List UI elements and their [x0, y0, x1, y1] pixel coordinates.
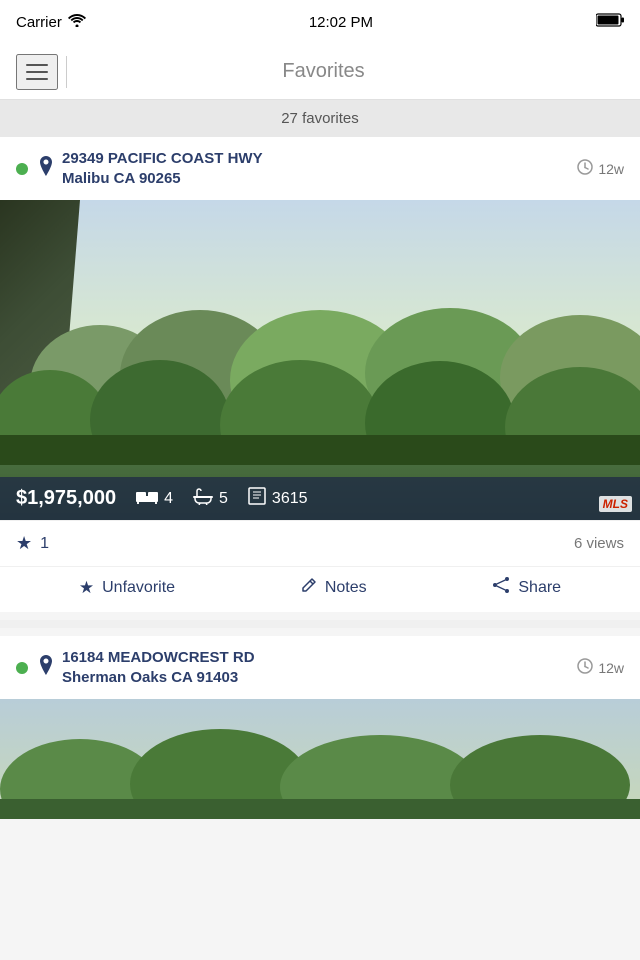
listing-price: $1,975,000 — [16, 487, 116, 510]
listing-beds-stat: 4 — [136, 488, 173, 509]
section-divider — [0, 620, 640, 628]
star-filled-icon: ★ — [16, 533, 32, 554]
views-count: 6 views — [574, 535, 624, 552]
star-count-label: 1 — [40, 535, 49, 553]
listing-sqft-value: 3615 — [272, 490, 308, 508]
status-left: Carrier — [16, 13, 86, 31]
listing-overlay: $1,975,000 4 — [0, 477, 640, 520]
location-pin-icon-2 — [38, 655, 54, 680]
page-title: Favorites — [83, 60, 564, 83]
share-label: Share — [518, 579, 561, 597]
star-count: ★ 1 — [16, 533, 49, 554]
listing-item: 29349 PACIFIC COAST HWY Malibu CA 90265 … — [0, 137, 640, 612]
listing-item-2: 16184 MEADOWCREST RD Sherman Oaks CA 914… — [0, 636, 640, 819]
listing-2-address: 16184 MEADOWCREST RD Sherman Oaks CA 914… — [62, 648, 577, 687]
clock-icon — [577, 159, 593, 178]
status-right — [596, 13, 624, 32]
listing-stats-row: ★ 1 6 views — [0, 520, 640, 566]
battery-icon — [596, 13, 624, 32]
nav-divider — [66, 56, 67, 88]
active-status-dot — [16, 163, 28, 175]
listing-2-image[interactable] — [0, 699, 640, 819]
bed-icon — [136, 488, 158, 509]
listing-2-time-label: 12w — [598, 660, 624, 676]
favorites-count-bar: 27 favorites — [0, 100, 640, 137]
notes-label: Notes — [325, 579, 367, 597]
listing-address: 29349 PACIFIC COAST HWY Malibu CA 90265 — [62, 149, 577, 188]
bath-icon — [193, 487, 213, 510]
listing-address-line2: Malibu CA 90265 — [62, 169, 577, 189]
wifi-icon — [68, 13, 86, 31]
sqft-icon — [248, 487, 266, 510]
listing-baths-stat: 5 — [193, 487, 228, 510]
listing-image[interactable]: $1,975,000 4 — [0, 200, 640, 520]
unfavorite-button[interactable]: ★ Unfavorite — [79, 578, 175, 598]
hamburger-menu-button[interactable] — [16, 54, 58, 90]
listing-time-label: 12w — [598, 161, 624, 177]
status-bar: Carrier 12:02 PM — [0, 0, 640, 44]
listing-2-address-line1: 16184 MEADOWCREST RD — [62, 648, 577, 668]
favorites-count-label: 27 favorites — [281, 110, 359, 127]
share-icon — [492, 577, 510, 598]
listing-beds-count: 4 — [164, 490, 173, 508]
listing-actions-row: ★ Unfavorite Notes Sh — [0, 566, 640, 612]
clock-icon-2 — [577, 658, 593, 677]
listing-2-time: 12w — [577, 658, 624, 677]
listing-address-line1: 29349 PACIFIC COAST HWY — [62, 149, 577, 169]
listing-time: 12w — [577, 159, 624, 178]
status-time: 12:02 PM — [309, 14, 373, 31]
mls-badge: MLS — [599, 496, 632, 512]
share-button[interactable]: Share — [492, 577, 561, 598]
listing-header[interactable]: 29349 PACIFIC COAST HWY Malibu CA 90265 … — [0, 137, 640, 200]
star-outline-icon: ★ — [79, 578, 94, 598]
listing-sqft-stat: 3615 — [248, 487, 308, 510]
notes-button[interactable]: Notes — [301, 577, 367, 598]
active-status-dot-2 — [16, 662, 28, 674]
listing-2-header[interactable]: 16184 MEADOWCREST RD Sherman Oaks CA 914… — [0, 636, 640, 699]
pencil-icon — [301, 577, 317, 598]
carrier-label: Carrier — [16, 14, 62, 31]
nav-bar: Favorites — [0, 44, 640, 100]
location-pin-icon — [38, 156, 54, 181]
listing-2-address-line2: Sherman Oaks CA 91403 — [62, 668, 577, 688]
unfavorite-label: Unfavorite — [102, 579, 175, 597]
listing-baths-count: 5 — [219, 490, 228, 508]
